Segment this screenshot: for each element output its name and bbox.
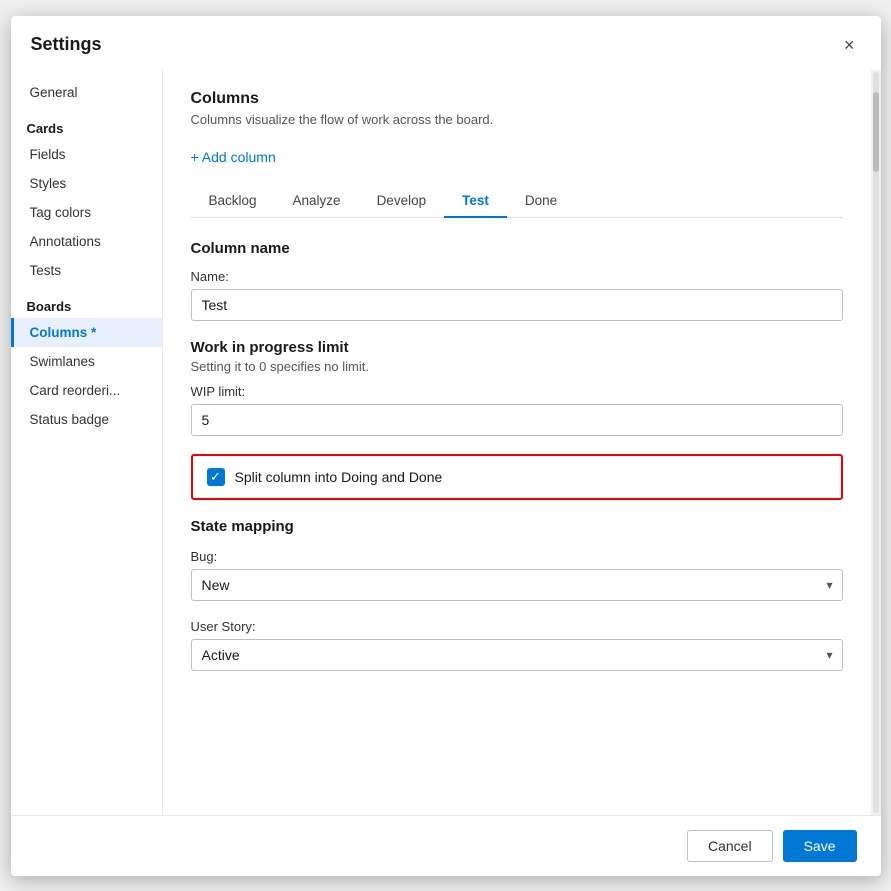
column-name-section-title: Column name [191, 240, 843, 257]
dialog-footer: Cancel Save [11, 815, 881, 876]
sidebar-item-status-badge[interactable]: Status badge [11, 405, 162, 434]
cancel-button[interactable]: Cancel [687, 830, 773, 862]
wip-label: WIP limit: [191, 384, 843, 399]
check-icon: ✓ [210, 470, 221, 483]
sidebar-item-tests[interactable]: Tests [11, 256, 162, 285]
tab-backlog[interactable]: Backlog [191, 185, 275, 218]
split-column-checkbox[interactable]: ✓ [207, 468, 225, 486]
columns-title: Columns [191, 90, 843, 108]
name-label: Name: [191, 269, 843, 284]
user-story-label: User Story: [191, 619, 843, 634]
user-story-select[interactable]: New Active Resolved Closed [191, 639, 843, 671]
bug-select-wrapper: New Active Resolved Closed ▾ [191, 569, 843, 601]
split-column-label: Split column into Doing and Done [235, 469, 443, 485]
sidebar-item-styles[interactable]: Styles [11, 169, 162, 198]
column-tabs: Backlog Analyze Develop Test Done [191, 185, 843, 218]
sidebar-item-tag-colors[interactable]: Tag colors [11, 198, 162, 227]
sidebar-item-columns[interactable]: Columns * [11, 318, 162, 347]
save-button[interactable]: Save [783, 830, 857, 862]
wip-title: Work in progress limit [191, 339, 843, 356]
sidebar-item-annotations[interactable]: Annotations [11, 227, 162, 256]
dialog-header: Settings × [11, 16, 881, 70]
settings-dialog: Settings × General Cards Fields Styles T… [11, 16, 881, 876]
columns-desc: Columns visualize the flow of work acros… [191, 112, 843, 127]
sidebar-item-general[interactable]: General [11, 78, 162, 107]
user-story-select-wrapper: New Active Resolved Closed ▾ [191, 639, 843, 671]
scroll-track [873, 72, 879, 813]
tab-analyze[interactable]: Analyze [275, 185, 359, 218]
name-input[interactable] [191, 289, 843, 321]
tab-test[interactable]: Test [444, 185, 507, 218]
dialog-body: General Cards Fields Styles Tag colors A… [11, 70, 881, 815]
bug-label: Bug: [191, 549, 843, 564]
sidebar-item-swimlanes[interactable]: Swimlanes [11, 347, 162, 376]
tab-develop[interactable]: Develop [359, 185, 445, 218]
column-name-group: Name: [191, 269, 843, 321]
wip-input[interactable] [191, 404, 843, 436]
wip-group: WIP limit: [191, 384, 843, 436]
bug-select[interactable]: New Active Resolved Closed [191, 569, 843, 601]
sidebar: General Cards Fields Styles Tag colors A… [11, 70, 163, 815]
wip-desc: Setting it to 0 specifies no limit. [191, 359, 843, 374]
sidebar-section-boards: Boards [11, 289, 162, 318]
sidebar-item-card-reordering[interactable]: Card reorderi... [11, 376, 162, 405]
scroll-thumb [873, 92, 879, 172]
split-column-row[interactable]: ✓ Split column into Doing and Done [191, 454, 843, 500]
sidebar-section-cards: Cards [11, 111, 162, 140]
main-content: Columns Columns visualize the flow of wo… [163, 70, 871, 815]
scrollbar[interactable] [871, 70, 881, 815]
add-column-button[interactable]: + Add column [191, 143, 276, 171]
close-button[interactable]: × [838, 32, 861, 58]
bug-group: Bug: New Active Resolved Closed ▾ [191, 549, 843, 601]
sidebar-item-fields[interactable]: Fields [11, 140, 162, 169]
state-mapping-title: State mapping [191, 518, 843, 535]
dialog-title: Settings [31, 34, 102, 55]
user-story-group: User Story: New Active Resolved Closed ▾ [191, 619, 843, 671]
tab-done[interactable]: Done [507, 185, 575, 218]
wip-section: Work in progress limit Setting it to 0 s… [191, 339, 843, 436]
